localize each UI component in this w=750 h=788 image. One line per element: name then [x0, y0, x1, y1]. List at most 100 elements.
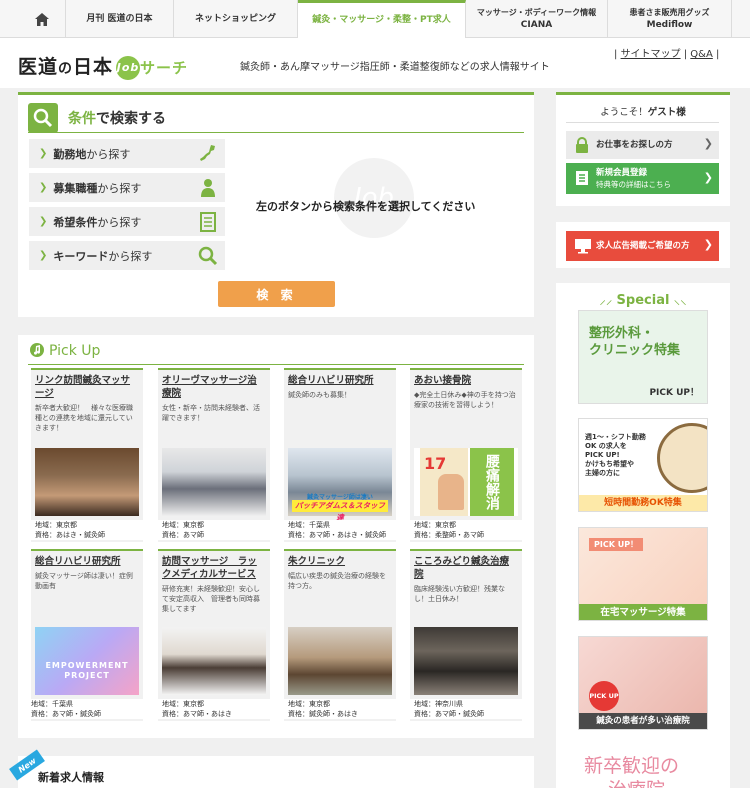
top-navigation: 月刊 医道の日本 ネットショッピング 鍼灸・マッサージ・柔整・PT求人 マッサー…	[0, 0, 750, 38]
job-card[interactable]: こころみどり鍼灸治療院 臨床経験浅い方歓迎！残業なし！土日休み！ 地域：神奈川県…	[410, 549, 522, 721]
nav-label: ネットショッピング	[194, 13, 276, 24]
button-label: 求人広告掲載ご希望の方	[596, 240, 690, 251]
job-card-title[interactable]: 総合リハビリ研究所	[284, 370, 396, 387]
job-card-info: 地域：神奈川県 資格：あマ師・鍼灸師	[410, 699, 522, 719]
nav-jobs[interactable]: 鍼灸・マッサージ・柔整・PT求人	[298, 0, 466, 38]
sitemap-link[interactable]: サイトマップ	[621, 49, 681, 60]
search-divider	[28, 132, 524, 133]
button-sublabel: 特典等の詳細はこちら	[596, 179, 671, 189]
job-card-area: 地域：東京都	[162, 700, 204, 708]
nav-sublabel: CIANA	[520, 20, 553, 30]
banner-title: 新卒歓迎の	[584, 755, 680, 777]
button-label: 勤務地	[53, 147, 87, 161]
button-label: 募集職種	[53, 181, 98, 195]
search-icon	[28, 103, 58, 133]
nav-monthly-magazine[interactable]: 月刊 医道の日本	[66, 0, 174, 38]
job-seeker-button[interactable]: お仕事をお探しの方 ❯	[566, 131, 719, 159]
button-label: から探す	[97, 181, 142, 195]
nav-net-shopping[interactable]: ネットショッピング	[174, 0, 298, 38]
search-by-keyword-button[interactable]: ❯ キーワード から探す	[29, 241, 225, 270]
button-label: から探す	[86, 147, 131, 161]
nav-home[interactable]	[18, 0, 66, 38]
chevron-right-icon: ❯	[39, 250, 48, 261]
job-card-qualification: 資格：あマ師・鍼灸師	[414, 710, 484, 718]
register-button[interactable]: 新規会員登録 特典等の詳細はこちら ❯	[566, 163, 719, 194]
banner-new-graduates[interactable]: 新卒歓迎の 治療院	[578, 745, 708, 788]
job-card-description: 新卒者大歓迎！ 様々な医療職種との連携を地域に還元していきます！	[35, 404, 133, 432]
job-card-description: 女性・新卒・訪問未経験者、活躍できます！	[162, 404, 260, 422]
banner-title: PICK UP！	[589, 538, 644, 551]
job-card[interactable]: リンク訪問鍼灸マッサージ 新卒者大歓迎！ 様々な医療職種との連携を地域に還元して…	[31, 368, 143, 542]
job-card-title[interactable]: 訪問マッサージ ラックメディカルサービス	[158, 551, 270, 581]
job-card-description: 臨床経験浅い方歓迎！残業なし！土日休み！	[414, 585, 505, 603]
job-card-photo	[35, 448, 139, 516]
job-card-title[interactable]: あおい接骨院	[410, 370, 522, 387]
chevron-right-icon: ❯	[703, 238, 713, 251]
job-card-area: 地域：東京都	[162, 521, 204, 529]
photo-caption-line: PROJECT	[64, 671, 110, 680]
job-card-title[interactable]: 総合リハビリ研究所	[31, 551, 143, 568]
faq-link[interactable]: Q&A	[690, 49, 713, 60]
job-card[interactable]: オリーヴマッサージ治療院 女性・新卒・訪問未経験者、活躍できます！ 地域：東京都…	[158, 368, 270, 542]
book-title: 解消	[484, 482, 500, 510]
site-logo[interactable]: 医道の日本 Jobサーチ	[18, 52, 188, 80]
post-job-ad-button[interactable]: 求人広告掲載ご希望の方 ❯	[566, 231, 719, 261]
chevron-right-icon: ❯	[39, 182, 48, 193]
job-card-description: ◆完全土日休み◆神の手を持つ治療家の技術を習得しよう！	[414, 391, 516, 409]
banner-title: PICK UP	[589, 681, 619, 711]
banner-short-hours[interactable]: 週1〜・シフト勤務 OK の求人を PICK UP! かけもち希望や 主婦の方に…	[578, 418, 708, 512]
job-card[interactable]: 総合リハビリ研究所 鍼灸マッサージ師は凄い！症例動画有 EMPOWERMENT P…	[27, 549, 147, 721]
clock-icon	[657, 423, 707, 493]
job-card-area: 地域：千葉県	[288, 521, 330, 529]
job-card-info: 地域：東京都 資格：鍼灸師・あはき	[284, 699, 396, 719]
logo-search-text: サーチ	[140, 59, 189, 77]
japan-map-icon	[197, 143, 219, 165]
banner-home-massage[interactable]: PICK UP！ 在宅マッサージ特集	[578, 527, 708, 621]
job-card[interactable]: 訪問マッサージ ラックメディカルサービス 研修充実！未経験歓迎！安心して安定高収…	[158, 549, 270, 721]
job-card-qualification: 資格：あマ師・あはき	[162, 710, 232, 718]
job-card-title[interactable]: 朱クリニック	[284, 551, 396, 568]
search-by-location-button[interactable]: ❯ 勤務地 から探す	[29, 139, 225, 168]
nav-mediflow[interactable]: 患者さま販売用グッズ Mediflow	[608, 0, 732, 38]
nav-ciana[interactable]: マッサージ・ボディーワーク情報 CIANA	[466, 0, 608, 38]
home-icon	[34, 12, 49, 26]
search-by-condition-button[interactable]: ❯ 希望条件 から探す	[29, 207, 225, 236]
search-icon	[197, 245, 219, 267]
book-cover: 17	[420, 448, 468, 516]
search-title: 条件で検索する	[68, 108, 166, 128]
button-label: から探す	[97, 215, 142, 229]
logo-text: 医道	[18, 56, 59, 78]
monitor-icon	[574, 238, 591, 254]
job-card-info: 地域：東京都資格：柔整師・あマ師	[410, 520, 522, 540]
job-card[interactable]: 朱クリニック 幅広い疾患の鍼灸治療の経験を持つ方。 地域：東京都 資格：鍼灸師・あ…	[284, 549, 396, 721]
job-card-area: 地域：東京都	[414, 521, 456, 529]
job-card-qualification: 資格：あマ師	[162, 531, 204, 539]
search-title-accent: 条件	[68, 111, 96, 127]
job-card-photo: 鍼灸マッサージ師は凄い パッチアダムス＆スタッフ達	[288, 448, 392, 522]
book-spine: 腰痛 解消	[470, 448, 514, 516]
nav-label: マッサージ・ボディーワーク情報	[476, 8, 597, 17]
banner-orthopedics[interactable]: 整形外科・ クリニック特集 PICK UP！	[578, 310, 708, 404]
divider	[566, 122, 719, 123]
laurel-right-icon: ⸜⸜	[669, 293, 687, 308]
job-card-photo	[162, 627, 266, 695]
job-card[interactable]: あおい接骨院 ◆完全土日休み◆神の手を持つ治療家の技術を習得しよう！ 17 腰痛…	[410, 368, 522, 542]
search-by-job-type-button[interactable]: ❯ 募集職種 から探す	[29, 173, 225, 202]
photo-caption: EMPOWERMENT PROJECT	[35, 661, 139, 681]
person-icon	[197, 177, 219, 199]
job-card-photo: EMPOWERMENT PROJECT	[35, 627, 139, 695]
job-card-qualification: 資格：柔整師・あマ師	[414, 531, 484, 539]
banner-acupuncture[interactable]: PICK UP 鍼灸の患者が多い治療院	[578, 636, 708, 730]
job-card-title[interactable]: オリーヴマッサージ治療院	[158, 370, 270, 400]
nav-label: 月刊 医道の日本	[86, 13, 153, 24]
job-card-title[interactable]: リンク訪問鍼灸マッサージ	[31, 370, 143, 400]
job-card[interactable]: 総合リハビリ研究所 鍼灸師のみも募集！ 鍼灸マッサージ師は凄い パッチアダムス＆…	[284, 368, 396, 542]
document-icon	[574, 170, 590, 186]
logo-job-badge: Job	[116, 56, 141, 80]
welcome-text: ようこそ！	[600, 107, 648, 118]
job-card-description: 鍼灸マッサージ師は凄い！症例動画有	[35, 572, 133, 590]
job-card-title[interactable]: こころみどり鍼灸治療院	[410, 551, 522, 581]
job-card-qualification: 資格：あマ師・あはき・鍼灸師	[288, 531, 386, 539]
search-title-rest: で検索する	[96, 111, 166, 127]
search-submit-button[interactable]: 検 索	[218, 281, 335, 307]
